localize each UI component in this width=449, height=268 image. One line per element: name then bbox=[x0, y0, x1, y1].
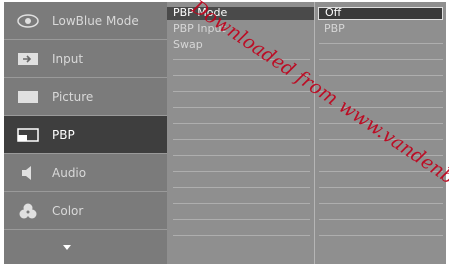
menu-item-input[interactable]: Input bbox=[4, 40, 167, 78]
menu-item-audio[interactable]: Audio bbox=[4, 154, 167, 192]
menu-item-label: PBP bbox=[52, 127, 75, 142]
menu-item-pbp[interactable]: PBP bbox=[4, 116, 167, 154]
divider bbox=[319, 75, 443, 76]
menu-item-lowblue-mode[interactable]: LowBlue Mode bbox=[4, 2, 167, 40]
divider bbox=[173, 155, 310, 156]
menu-item-picture[interactable]: Picture bbox=[4, 78, 167, 116]
menu-item-label: Input bbox=[52, 51, 84, 66]
divider bbox=[319, 235, 443, 236]
divider bbox=[173, 123, 310, 124]
divider bbox=[173, 139, 310, 140]
color-palette-icon bbox=[4, 202, 52, 220]
menu-item-label: Picture bbox=[52, 89, 94, 104]
more-items-button[interactable] bbox=[4, 230, 167, 264]
divider bbox=[173, 203, 310, 204]
option-pbp[interactable]: PBP bbox=[318, 23, 443, 36]
osd-screen: LowBlue Mode Input Picture PBP Audio Col… bbox=[0, 0, 449, 268]
divider bbox=[319, 187, 443, 188]
divider bbox=[319, 219, 443, 220]
menu-item-label: LowBlue Mode bbox=[52, 13, 139, 28]
input-source-icon bbox=[4, 52, 52, 66]
divider bbox=[319, 59, 443, 60]
divider bbox=[319, 43, 443, 44]
main-menu: LowBlue Mode Input Picture PBP Audio Col… bbox=[4, 2, 167, 264]
menu-item-color[interactable]: Color bbox=[4, 192, 167, 230]
menu-item-label: Audio bbox=[52, 165, 87, 180]
pbp-icon bbox=[4, 127, 52, 142]
divider bbox=[173, 219, 310, 220]
divider bbox=[173, 107, 310, 108]
speaker-icon bbox=[4, 165, 52, 181]
divider bbox=[173, 91, 310, 92]
divider bbox=[173, 171, 310, 172]
menu-item-label: Color bbox=[52, 203, 84, 218]
divider bbox=[173, 187, 310, 188]
divider bbox=[173, 235, 310, 236]
option-off[interactable]: Off bbox=[318, 7, 443, 20]
picture-icon bbox=[4, 90, 52, 104]
divider bbox=[319, 203, 443, 204]
chevron-down-icon bbox=[4, 244, 130, 250]
eye-icon bbox=[4, 13, 52, 28]
